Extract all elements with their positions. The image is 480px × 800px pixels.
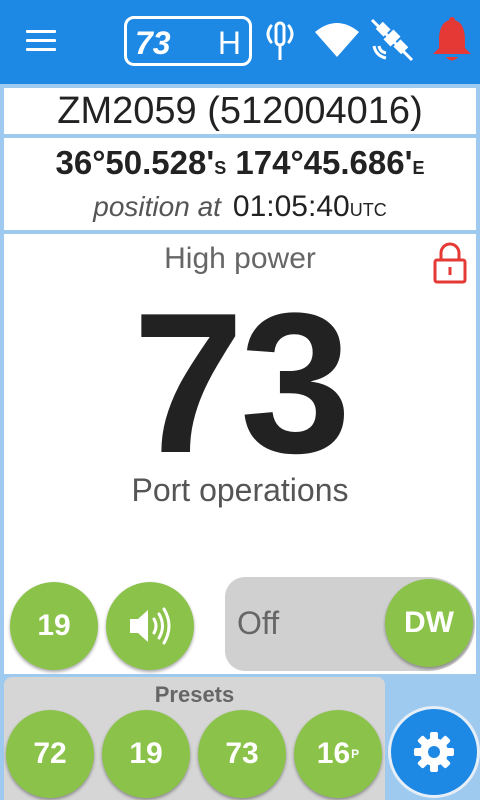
position-at-label: position at xyxy=(93,191,221,222)
vessel-name: ZM2059 (512004016) xyxy=(57,89,423,132)
preset-button-3[interactable]: 73 xyxy=(198,710,286,798)
power-label[interactable]: High power xyxy=(4,242,476,276)
watch-mode-toggle[interactable]: Off DW xyxy=(225,577,475,671)
channel-name: Port operations xyxy=(131,472,349,508)
preset-button-2[interactable]: 19 xyxy=(102,710,190,798)
preset-label: 72 xyxy=(33,737,67,770)
dual-watch-button[interactable]: DW xyxy=(385,579,473,667)
settings-button[interactable] xyxy=(388,706,480,798)
longitude-hemisphere: E xyxy=(412,158,425,178)
satellite-off-icon[interactable] xyxy=(368,16,416,64)
longitude: 174°45.686' xyxy=(235,144,413,181)
preset-suffix: P xyxy=(351,747,360,761)
dual-watch-channel-label: 19 xyxy=(37,609,71,642)
preset-button-4[interactable]: 16 P xyxy=(294,710,382,798)
vessel-panel: ZM2059 (512004016) xyxy=(4,88,476,134)
current-channel[interactable]: 73 xyxy=(4,284,476,484)
preset-label: 19 xyxy=(129,737,163,770)
dual-watch-label: DW xyxy=(404,606,454,639)
latitude-hemisphere: S xyxy=(214,158,227,178)
latitude: 36°50.528' xyxy=(55,144,215,181)
timezone-label: UTC xyxy=(349,200,387,220)
presets-panel: Presets 72 19 73 16 P xyxy=(4,677,385,800)
lock-icon[interactable] xyxy=(432,242,468,284)
dual-watch-channel-button[interactable]: 19 xyxy=(10,582,98,670)
alarm-bell-icon[interactable] xyxy=(430,16,474,64)
presets-title: Presets xyxy=(154,682,235,707)
channel-indicator[interactable]: 73 H xyxy=(124,16,252,66)
menu-icon[interactable] xyxy=(26,30,56,52)
preset-label: 73 xyxy=(225,737,259,770)
channel-display: High power 73 Port operations 19 Off DW xyxy=(4,234,476,674)
channel-indicator-number: 73 xyxy=(135,25,171,61)
preset-label: 16 xyxy=(316,737,351,770)
position-time-value: 01:05:40 xyxy=(232,190,350,223)
antenna-icon[interactable] xyxy=(262,18,298,62)
top-app-bar: 73 H xyxy=(0,0,480,84)
wifi-icon[interactable] xyxy=(314,22,360,58)
preset-button-1[interactable]: 72 xyxy=(6,710,94,798)
coordinates: 36°50.528'S 174°45.686'E xyxy=(4,144,476,182)
volume-icon xyxy=(130,607,171,645)
gear-icon xyxy=(414,732,454,772)
channel-indicator-power: H xyxy=(217,25,241,61)
volume-button[interactable] xyxy=(106,582,194,670)
position-time: position at 01:05:40UTC xyxy=(4,190,476,224)
watch-mode-state: Off xyxy=(237,605,280,641)
position-panel: 36°50.528'S 174°45.686'E position at 01:0… xyxy=(4,138,476,230)
